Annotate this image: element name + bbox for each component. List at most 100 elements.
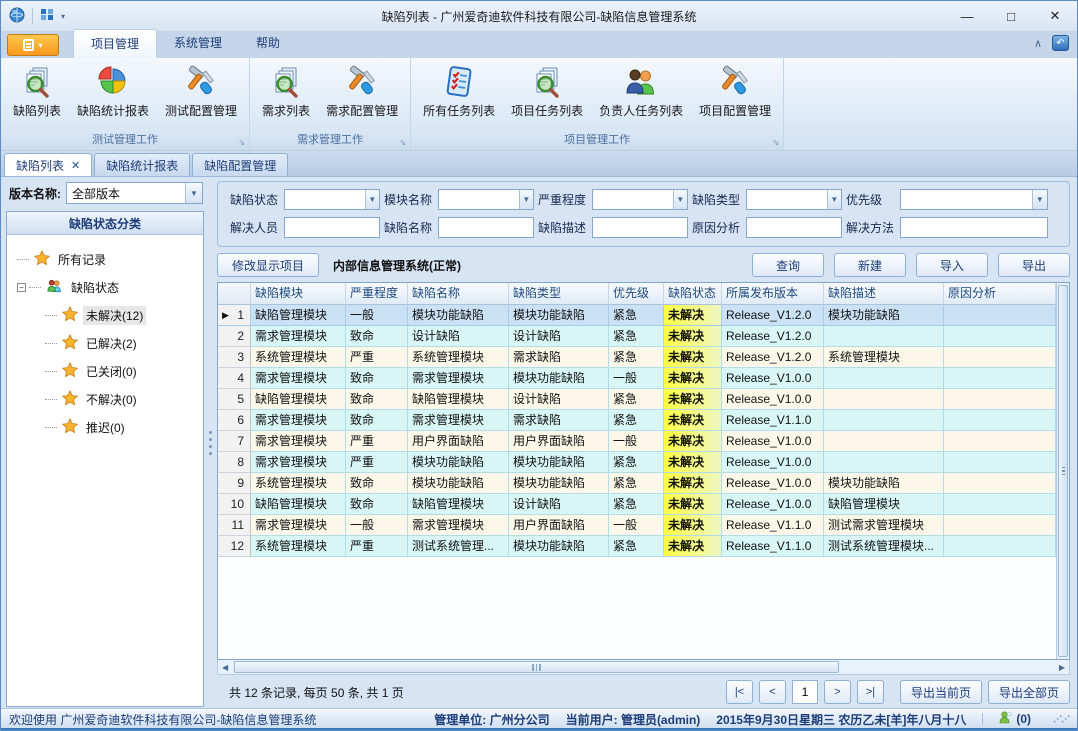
filter-field-input[interactable] <box>285 218 379 237</box>
ribbon-button-所有任务列表[interactable]: 所有任务列表 <box>415 63 503 121</box>
chevron-down-icon[interactable]: ▼ <box>365 190 379 209</box>
filter-field-input[interactable] <box>593 190 673 209</box>
ribbon-button-缺陷统计报表[interactable]: 缺陷统计报表 <box>69 63 157 121</box>
dialog-launcher-icon[interactable]: ⇘ <box>399 139 406 147</box>
close-button[interactable]: ✕ <box>1033 1 1077 31</box>
minimize-button[interactable]: — <box>945 1 989 31</box>
new-button[interactable]: 新建 <box>834 253 906 277</box>
column-header-缺陷模块[interactable]: 缺陷模块 <box>251 283 346 305</box>
ribbon-tab-系统管理[interactable]: 系统管理 <box>157 29 239 58</box>
tree-item-推迟(0)[interactable]: 推迟(0) <box>17 413 203 441</box>
tree-item-已解决(2)[interactable]: 已解决(2) <box>17 329 203 357</box>
quick-access-grid-icon[interactable] <box>40 8 54 24</box>
ribbon-button-缺陷列表[interactable]: 缺陷列表 <box>5 63 69 121</box>
ribbon-tab-项目管理[interactable]: 项目管理 <box>73 29 157 58</box>
filter-field-input[interactable] <box>747 218 841 237</box>
version-select[interactable]: 全部版本 ▼ <box>66 182 203 204</box>
last-page-button[interactable]: >| <box>857 680 884 704</box>
filter-input-解决人员[interactable] <box>284 217 380 238</box>
tree-item-未解决(12)[interactable]: 未解决(12) <box>17 301 203 329</box>
document-tab-缺陷统计报表[interactable]: 缺陷统计报表 <box>94 153 190 176</box>
filter-field-input[interactable] <box>901 218 1047 237</box>
filter-input-原因分析[interactable] <box>746 217 842 238</box>
online-count-badge[interactable]: (0) <box>1016 712 1031 726</box>
filter-combobox-模块名称[interactable]: ▼ <box>438 189 534 210</box>
filter-field-input[interactable] <box>747 190 827 209</box>
help-icon[interactable]: ↶ <box>1052 35 1069 51</box>
filter-field-input[interactable] <box>593 218 687 237</box>
filter-input-缺陷名称[interactable] <box>438 217 534 238</box>
ribbon-tab-帮助[interactable]: 帮助 <box>239 29 297 58</box>
table-row[interactable]: 10缺陷管理模块致命缺陷管理模块设计缺陷紧急未解决Release_V1.0.0缺… <box>218 494 1056 515</box>
ribbon-button-需求配置管理[interactable]: 需求配置管理 <box>318 63 406 121</box>
filter-field-input[interactable] <box>901 190 1032 209</box>
filter-field-input[interactable] <box>439 218 533 237</box>
chevron-down-icon[interactable]: ▼ <box>827 190 841 209</box>
chevron-down-icon[interactable]: ▼ <box>1032 190 1047 209</box>
first-page-button[interactable]: |< <box>726 680 753 704</box>
dialog-launcher-icon[interactable]: ⇘ <box>238 139 245 147</box>
ribbon-button-项目任务列表[interactable]: 项目任务列表 <box>503 63 591 121</box>
table-row[interactable]: 2需求管理模块致命设计缺陷设计缺陷紧急未解决Release_V1.2.0 <box>218 326 1056 347</box>
tree-expander-icon[interactable]: − <box>17 283 26 292</box>
table-row[interactable]: 12系统管理模块严重测试系统管理...模块功能缺陷紧急未解决Release_V1… <box>218 536 1056 557</box>
filter-combobox-优先级[interactable]: ▼ <box>900 189 1048 210</box>
scroll-left-icon[interactable]: ◀ <box>222 663 228 672</box>
app-menu-button[interactable]: ▾ <box>7 34 59 56</box>
tree-item-不解决(0)[interactable]: 不解决(0) <box>17 385 203 413</box>
next-page-button[interactable]: > <box>824 680 851 704</box>
export-button[interactable]: 导出 <box>998 253 1070 277</box>
column-header-原因分析[interactable]: 原因分析 <box>944 283 1056 305</box>
column-header-所属发布版本[interactable]: 所属发布版本 <box>722 283 824 305</box>
filter-input-解决方法[interactable] <box>900 217 1048 238</box>
chevron-down-icon[interactable]: ▼ <box>673 190 687 209</box>
table-row[interactable]: 1▶缺陷管理模块一般模块功能缺陷模块功能缺陷紧急未解决Release_V1.2.… <box>218 305 1056 326</box>
table-row[interactable]: 8需求管理模块严重模块功能缺陷模块功能缺陷紧急未解决Release_V1.0.0 <box>218 452 1056 473</box>
scroll-right-icon[interactable]: ▶ <box>1059 663 1065 672</box>
quick-access-dropdown-icon[interactable]: ▾ <box>61 12 65 21</box>
column-header-优先级[interactable]: 优先级 <box>609 283 664 305</box>
table-row[interactable]: 11需求管理模块一般需求管理模块用户界面缺陷一般未解决Release_V1.1.… <box>218 515 1056 536</box>
maximize-button[interactable]: □ <box>989 1 1033 31</box>
table-row[interactable]: 5缺陷管理模块致命缺陷管理模块设计缺陷紧急未解决Release_V1.0.0 <box>218 389 1056 410</box>
filter-combobox-缺陷状态[interactable]: ▼ <box>284 189 380 210</box>
export-all-pages-button[interactable]: 导出全部页 <box>988 680 1070 704</box>
horizontal-scrollbar-thumb[interactable] <box>234 661 839 673</box>
resize-grip[interactable]: ⋰⋰ <box>1053 714 1069 725</box>
table-row[interactable]: 3系统管理模块严重系统管理模块需求缺陷紧急未解决Release_V1.2.0系统… <box>218 347 1056 368</box>
filter-field-input[interactable] <box>285 190 365 209</box>
table-row[interactable]: 9系统管理模块致命模块功能缺陷模块功能缺陷紧急未解决Release_V1.0.0… <box>218 473 1056 494</box>
ribbon-button-需求列表[interactable]: 需求列表 <box>254 63 318 121</box>
column-header-缺陷描述[interactable]: 缺陷描述 <box>824 283 944 305</box>
dialog-launcher-icon[interactable]: ⇘ <box>772 139 779 147</box>
modify-display-items-button[interactable]: 修改显示项目 <box>217 253 319 277</box>
ribbon-collapse-icon[interactable]: ∧ <box>1034 37 1042 50</box>
export-current-page-button[interactable]: 导出当前页 <box>900 680 982 704</box>
horizontal-scrollbar[interactable]: ◀ ▶ <box>217 660 1070 675</box>
tree-item-缺陷状态[interactable]: − 缺陷状态 <box>17 273 203 301</box>
filter-combobox-严重程度[interactable]: ▼ <box>592 189 688 210</box>
filter-field-input[interactable] <box>439 190 519 209</box>
table-row[interactable]: 6需求管理模块致命需求管理模块需求缺陷紧急未解决Release_V1.1.0 <box>218 410 1056 431</box>
import-button[interactable]: 导入 <box>916 253 988 277</box>
column-header-缺陷类型[interactable]: 缺陷类型 <box>509 283 609 305</box>
page-number-input[interactable] <box>792 680 818 704</box>
tree-item-已关闭(0)[interactable]: 已关闭(0) <box>17 357 203 385</box>
column-header-缺陷状态[interactable]: 缺陷状态 <box>664 283 722 305</box>
vertical-scrollbar[interactable] <box>1056 283 1069 659</box>
tab-close-icon[interactable]: ✕ <box>71 159 80 172</box>
prev-page-button[interactable]: < <box>759 680 786 704</box>
tree-item-所有记录[interactable]: 所有记录 <box>17 245 203 273</box>
query-button[interactable]: 查询 <box>752 253 824 277</box>
sidebar-splitter[interactable] <box>206 177 215 709</box>
document-tab-缺陷列表[interactable]: 缺陷列表✕ <box>4 153 92 176</box>
filter-input-缺陷描述[interactable] <box>592 217 688 238</box>
chevron-down-icon[interactable]: ▼ <box>185 183 202 203</box>
ribbon-button-测试配置管理[interactable]: 测试配置管理 <box>157 63 245 121</box>
document-tab-缺陷配置管理[interactable]: 缺陷配置管理 <box>192 153 288 176</box>
chevron-down-icon[interactable]: ▼ <box>519 190 533 209</box>
column-header-严重程度[interactable]: 严重程度 <box>346 283 408 305</box>
ribbon-button-项目配置管理[interactable]: 项目配置管理 <box>691 63 779 121</box>
table-row[interactable]: 7需求管理模块严重用户界面缺陷用户界面缺陷一般未解决Release_V1.0.0 <box>218 431 1056 452</box>
table-row[interactable]: 4需求管理模块致命需求管理模块模块功能缺陷一般未解决Release_V1.0.0 <box>218 368 1056 389</box>
